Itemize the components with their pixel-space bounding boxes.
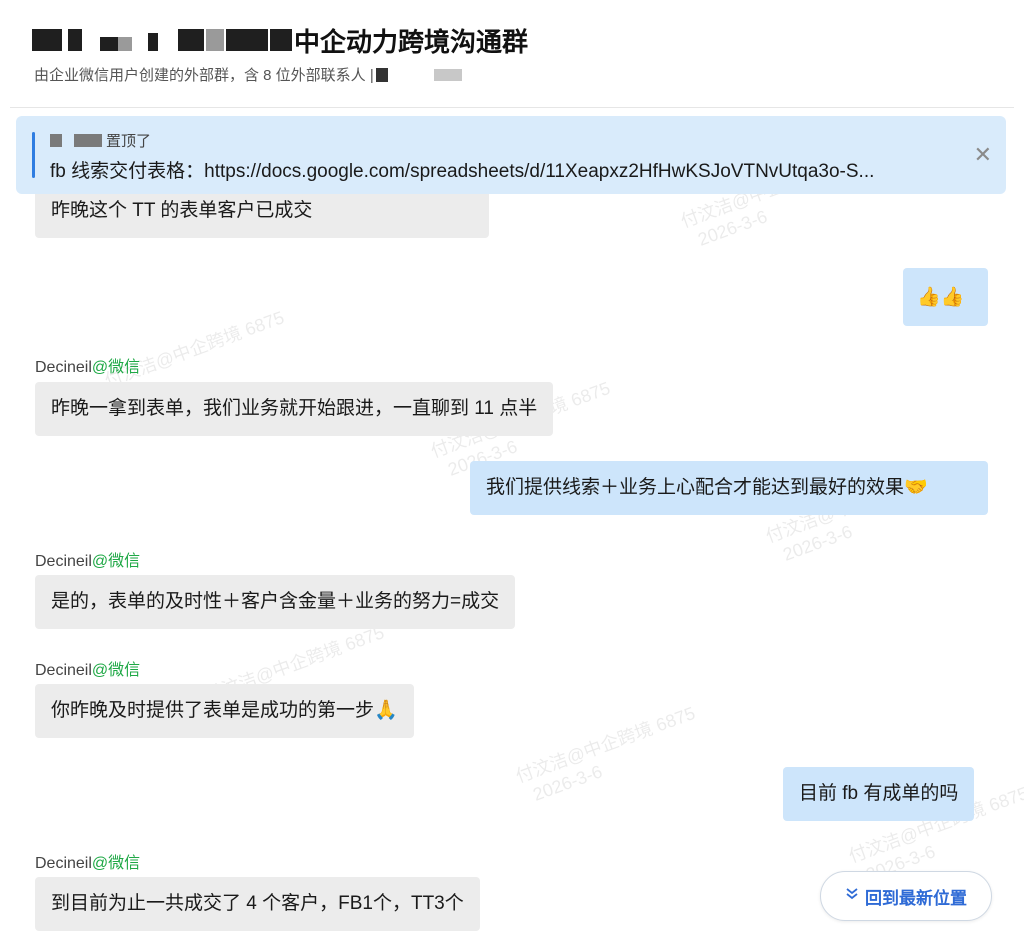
watermark: 付汶洁@中企跨境 6875 bbox=[102, 307, 287, 391]
redacted-block bbox=[118, 37, 132, 51]
group-subtitle-text: 由企业微信用户创建的外部群，含 8 位外部联系人 | bbox=[34, 67, 374, 84]
message-sender: Decineil@微信 bbox=[35, 353, 140, 377]
redacted-block bbox=[270, 29, 292, 51]
redacted-block bbox=[226, 29, 268, 51]
redacted-block bbox=[50, 134, 62, 147]
message-bubble[interactable]: 昨晚一拿到表单，我们业务就开始跟进，一直聊到 11 点半 bbox=[35, 382, 554, 436]
jump-to-latest-label: 回到最新位置 bbox=[865, 888, 967, 908]
group-title-text: 中企动力跨境沟通群 bbox=[294, 26, 529, 57]
group-title: 中企动力跨境沟通群 bbox=[32, 20, 528, 60]
redacted-block bbox=[74, 134, 102, 147]
chat-header: 中企动力跨境沟通群 由企业微信用户创建的外部群，含 8 位外部联系人 | bbox=[0, 0, 1024, 108]
sender-name: Decineil bbox=[35, 662, 92, 679]
message-bubble[interactable]: 我们提供线索＋业务上心配合才能达到最好的效果🤝 bbox=[470, 461, 988, 515]
close-icon[interactable]: ✕ bbox=[974, 142, 992, 168]
redacted-block bbox=[375, 67, 388, 82]
sender-source: @微信 bbox=[91, 553, 141, 570]
message-bubble[interactable]: 到目前为止一共成交了 4 个客户，FB1个，TT3个 bbox=[35, 877, 480, 931]
sender-source: @微信 bbox=[91, 855, 141, 872]
message-bubble[interactable]: 目前 fb 有成单的吗 bbox=[783, 767, 975, 821]
sender-source: @微信 bbox=[91, 662, 141, 679]
redacted-block bbox=[178, 29, 204, 51]
sender-name: Decineil bbox=[35, 359, 92, 376]
message-bubble[interactable]: 是的，表单的及时性＋客户含金量＋业务的努力=成交 bbox=[35, 575, 516, 629]
redacted-block bbox=[32, 29, 62, 51]
jump-to-latest-button[interactable]: 回到最新位置 bbox=[820, 871, 992, 921]
redacted-block bbox=[206, 29, 224, 51]
watermark: 付汶洁@中企跨境 68752026-3-6 bbox=[513, 702, 698, 806]
redacted-block bbox=[148, 33, 158, 51]
message-list[interactable]: 付汶洁@中企跨境 68752026-3-6 付汶洁@中企跨境 6875 付汶洁@… bbox=[0, 108, 1024, 948]
group-subtitle: 由企业微信用户创建的外部群，含 8 位外部联系人 | bbox=[34, 64, 462, 85]
message-sender: Decineil@微信 bbox=[35, 656, 140, 680]
double-chevron-down-icon bbox=[845, 887, 859, 905]
redacted-block bbox=[68, 29, 82, 51]
message-bubble[interactable]: 你昨晚及时提供了表单是成功的第一步🙏 bbox=[35, 684, 414, 738]
redacted-block bbox=[100, 37, 118, 51]
pinned-label-text: 置顶了 bbox=[106, 133, 152, 150]
sender-name: Decineil bbox=[35, 553, 92, 570]
message-sender: Decineil@微信 bbox=[35, 849, 140, 873]
pinned-label: 置顶了 bbox=[50, 130, 151, 151]
pinned-accent-bar bbox=[32, 132, 35, 178]
message-bubble[interactable]: 👍👍 bbox=[903, 268, 988, 326]
sender-name: Decineil bbox=[35, 855, 92, 872]
pinned-message[interactable]: 置顶了 fb 线索交付表格：https://docs.google.com/sp… bbox=[16, 116, 1006, 194]
redacted-block bbox=[433, 68, 462, 81]
sender-source: @微信 bbox=[91, 359, 141, 376]
message-sender: Decineil@微信 bbox=[35, 547, 140, 571]
pinned-link-text[interactable]: fb 线索交付表格：https://docs.google.com/spread… bbox=[50, 156, 950, 183]
